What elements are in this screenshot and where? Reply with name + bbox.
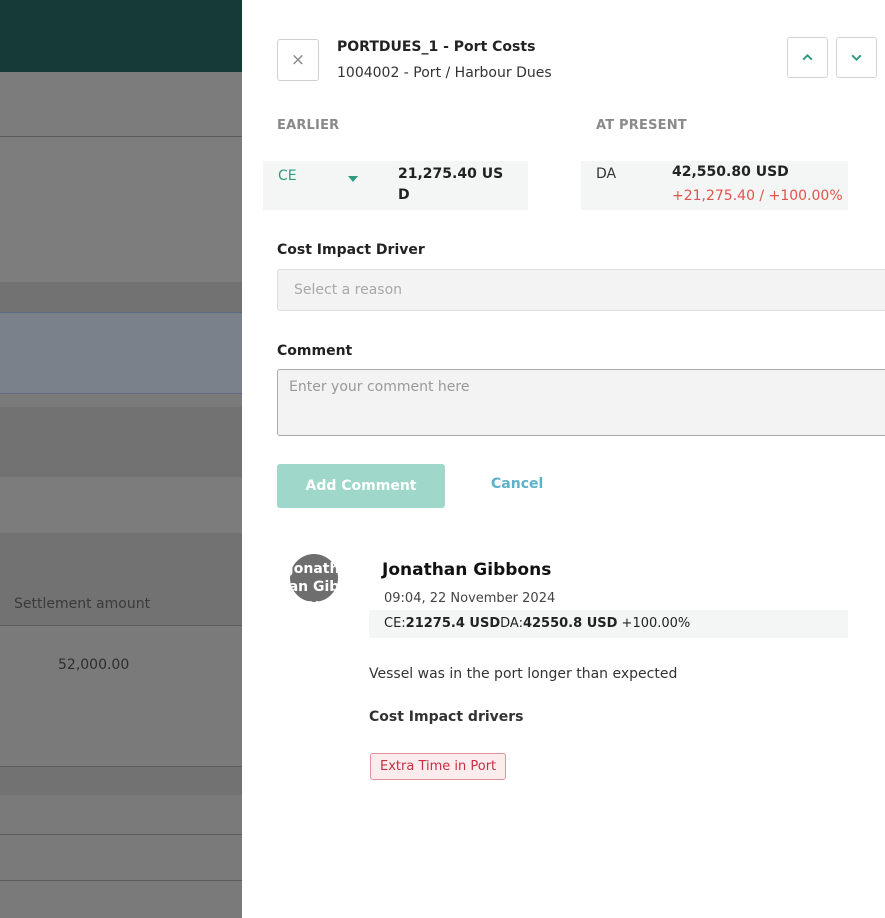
present-value: 42,550.80 USD	[672, 164, 789, 180]
drivers-label: Cost Impact drivers	[369, 709, 524, 725]
background-header-bar	[0, 0, 242, 72]
background-settlement-label: Settlement amount	[14, 596, 151, 612]
comment-body: Vessel was in the port longer than expec…	[369, 666, 678, 682]
driver-tag: Extra Time in Port	[370, 753, 507, 780]
present-type: DA	[596, 166, 617, 182]
comment-timestamp: 09:04, 22 November 2024	[384, 591, 556, 606]
da-label: DA:	[500, 616, 523, 631]
ce-value: 21275.4 USD	[405, 616, 501, 631]
panel-subtitle: 1004002 - Port / Harbour Dues	[337, 65, 552, 81]
caret-down-icon[interactable]	[348, 176, 358, 182]
ce-label: CE:	[384, 616, 406, 631]
chevron-up-icon	[802, 53, 813, 61]
earlier-heading: EARLIER	[277, 118, 340, 133]
comment-label: Comment	[277, 343, 353, 359]
present-heading: AT PRESENT	[596, 118, 687, 133]
comment-author: Jonathan Gibbons	[382, 560, 552, 580]
previous-item-button[interactable]	[787, 37, 828, 78]
earlier-type-select[interactable]: CE	[278, 168, 297, 184]
present-delta: +21,275.40 / +100.00%	[672, 188, 843, 204]
background-selected-row	[0, 312, 242, 394]
background-settlement-value: 52,000.00	[58, 657, 130, 673]
comment-textarea[interactable]	[277, 369, 885, 436]
avatar: Jonathan Gibbons	[290, 554, 338, 602]
earlier-value: 21,275.40 USD	[398, 166, 504, 203]
cost-detail-panel: × PORTDUES_1 - Port Costs 1004002 - Port…	[242, 0, 885, 918]
avatar-text: Jonathan Gibbons	[290, 561, 338, 602]
chevron-down-icon	[851, 54, 862, 62]
cancel-button[interactable]: Cancel	[491, 476, 543, 492]
panel-title: PORTDUES_1 - Port Costs	[337, 39, 536, 55]
add-comment-button[interactable]: Add Comment	[277, 464, 445, 508]
next-item-button[interactable]	[836, 37, 877, 78]
reason-select[interactable]: Select a reason	[277, 269, 885, 311]
da-value: 42550.8 USD	[522, 616, 618, 631]
close-button[interactable]: ×	[277, 39, 319, 81]
change-percent: +100.00%	[621, 616, 691, 631]
comment-change-summary: CE:21275.4 USDDA:42550.8 USD +100.00%	[384, 616, 690, 631]
driver-label: Cost Impact Driver	[277, 242, 425, 258]
background-overlay: Settlement amount 52,000.00	[0, 0, 242, 918]
close-icon: ×	[290, 50, 306, 70]
